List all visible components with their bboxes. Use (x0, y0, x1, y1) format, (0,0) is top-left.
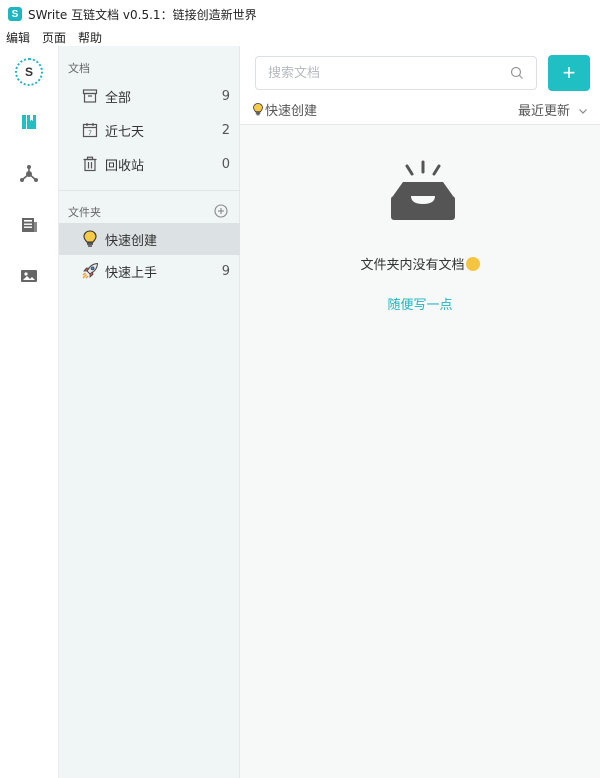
lightbulb-icon (252, 102, 264, 117)
sidebar-item-label: 快速创建 (105, 233, 158, 249)
current-folder-name: 快速创建 (265, 104, 318, 119)
document-list-panel: + 快速创建 最近更新 (240, 46, 600, 778)
folder-count: 9 (221, 263, 230, 279)
empty-inbox-icon (387, 160, 459, 224)
empty-state-text: 文件夹内没有文档 (360, 258, 465, 273)
window-title: SWrite 互链文档 v0.5.1：链接创造新世界 (28, 7, 257, 22)
sidebar-item-recent[interactable]: 7 近七天 2 (59, 114, 240, 146)
app-logo: S (8, 7, 22, 21)
folders-section-label: 文件夹 (68, 206, 101, 219)
menu-bar: 编辑 页面 帮助 (0, 28, 600, 46)
trash-icon (81, 155, 99, 173)
menu-edit[interactable]: 编辑 (6, 29, 30, 46)
folder-sidebar: 文档 全部 9 7 近七天 2 回收站 0 文件夹 快速创建 快速上手 9 (59, 46, 240, 778)
current-folder-label: 快速创建 (252, 100, 317, 119)
search-box (255, 56, 537, 90)
menu-page[interactable]: 页面 (42, 29, 66, 46)
empty-state-message: 文件夹内没有文档 (240, 254, 600, 273)
list-toolbar: + 快速创建 最近更新 (240, 46, 600, 125)
folder-item-quick-create[interactable]: 快速创建 (59, 223, 240, 255)
newspaper-icon[interactable] (19, 215, 39, 235)
folder-item-getting-started[interactable]: 快速上手 9 (59, 255, 240, 287)
chevron-down-icon (578, 105, 588, 115)
search-input[interactable] (268, 64, 498, 82)
sidebar-item-label: 快速上手 (105, 265, 158, 281)
new-document-button[interactable]: + (548, 55, 590, 91)
sidebar-item-label: 回收站 (105, 158, 145, 174)
sidebar-item-trash[interactable]: 回收站 0 (59, 148, 240, 180)
menu-help[interactable]: 帮助 (78, 29, 102, 46)
write-something-link[interactable]: 随便写一点 (240, 294, 600, 313)
archive-icon (81, 87, 99, 105)
sort-label: 最近更新 (517, 104, 570, 119)
title-bar: S SWrite 互链文档 v0.5.1：链接创造新世界 (0, 0, 600, 28)
calendar-icon: 7 (81, 121, 99, 139)
sad-face-icon (465, 257, 480, 271)
doc-count: 2 (221, 122, 230, 138)
rocket-icon (81, 262, 99, 280)
sidebar-divider (59, 190, 240, 191)
sort-dropdown[interactable]: 最近更新 (518, 100, 588, 119)
sidebar-item-label: 全部 (105, 90, 132, 106)
icon-rail: S (0, 46, 59, 778)
sidebar-item-label: 近七天 (105, 124, 145, 140)
search-icon[interactable] (510, 66, 524, 80)
add-folder-icon[interactable] (214, 204, 228, 218)
app-avatar-logo[interactable]: S (15, 58, 43, 86)
doc-count: 0 (221, 156, 230, 172)
graph-icon[interactable] (19, 164, 39, 184)
lightbulb-icon (81, 230, 99, 248)
image-icon[interactable] (19, 266, 39, 286)
book-icon[interactable] (19, 112, 39, 132)
sidebar-item-all[interactable]: 全部 9 (59, 80, 240, 112)
doc-count: 9 (221, 88, 230, 104)
docs-section-label: 文档 (68, 62, 90, 75)
